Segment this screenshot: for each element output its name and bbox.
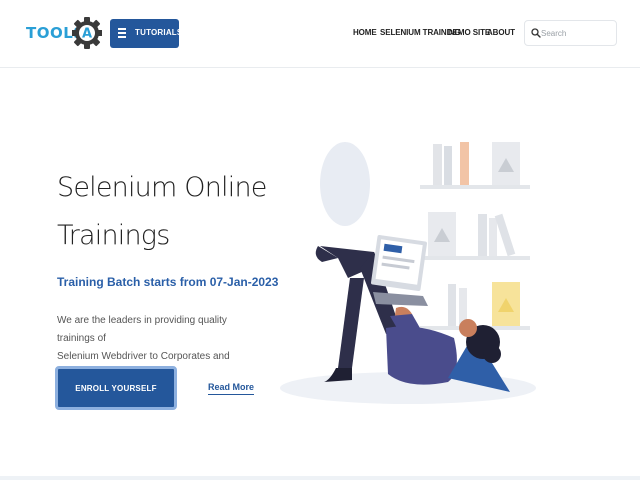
toolsqa-logo[interactable]: TOOLS A [26,12,102,54]
tutorials-button[interactable]: TUTORIALS [110,19,183,48]
gear-icon: A [72,17,102,49]
search-input[interactable] [541,25,613,42]
search-box [524,20,617,46]
enroll-button[interactable]: ENROLL YOURSELF [55,366,177,410]
training-batch-subtitle: Training Batch starts from 07-Jan-2023 [57,275,279,289]
hero-illustration [280,142,536,404]
logo-letter: A [82,27,92,42]
hero-title-line-2: Trainings [57,220,170,251]
hero-title: Selenium Online Trainings [57,164,297,260]
hero-title-line-1: Selenium Online [57,172,267,203]
tutorials-label: TUTORIALS [135,28,183,37]
nav-demo-site[interactable]: DEMO SITE [447,28,490,37]
hamburger-icon [118,28,126,38]
read-more-link[interactable]: Read More [208,382,255,395]
nav-about[interactable]: ABOUT [487,28,515,37]
search-icon [531,28,541,38]
site-header: TOOLS A TUTORIALS HOME SELENIUM TRAINING… [0,0,640,68]
page-bottom-strip [0,476,640,480]
nav-home[interactable]: HOME [353,28,377,37]
hero-description-line-1: We are the leaders in providing quality … [57,315,227,344]
